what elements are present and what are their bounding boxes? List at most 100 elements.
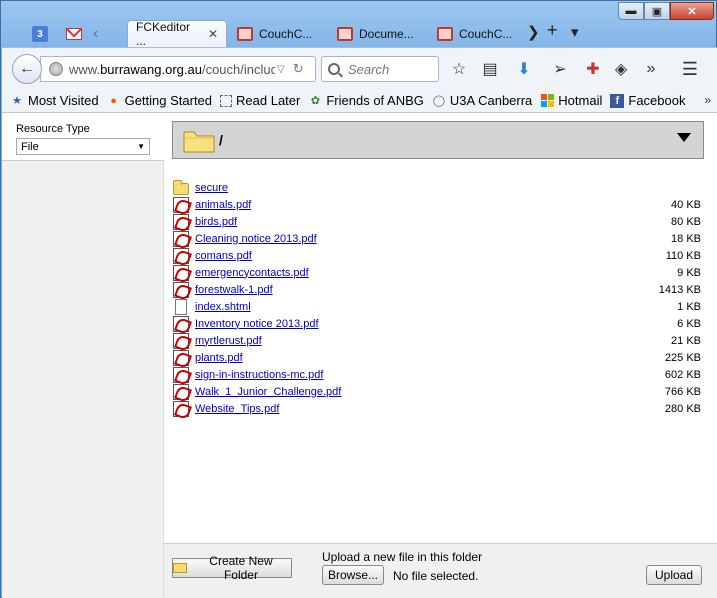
pdf-icon: [173, 196, 189, 213]
tab-bar: ▬ ▣ ✕ 3 ‹ FCKeditor ... ✕ CouchC... Docu…: [1, 1, 717, 48]
file-size: 766 KB: [664, 385, 701, 398]
browse-button[interactable]: Browse...: [322, 565, 384, 585]
tab-label: FCKeditor ...: [136, 20, 191, 48]
tab-document[interactable]: Docume...: [329, 20, 427, 47]
url-text[interactable]: www.burrawang.org.au/couch/include: [69, 62, 275, 77]
pdf-icon: [173, 383, 189, 400]
maximize-button[interactable]: ▣: [644, 2, 670, 20]
file-row[interactable]: index.shtml 1 KB: [173, 298, 705, 315]
more-bookmarks-icon[interactable]: »: [704, 93, 711, 107]
tab-scroll-left-icon[interactable]: ‹: [93, 25, 98, 43]
tab-couchc-1[interactable]: CouchC...: [229, 20, 327, 47]
resource-type-box: Resource Type File ▼: [2, 113, 164, 161]
file-link[interactable]: secure: [195, 182, 228, 194]
create-new-folder-button[interactable]: Create New Folder: [172, 554, 292, 582]
navigation-bar: www.burrawang.org.au/couch/include ▽ ↻ ←…: [2, 47, 717, 89]
file-link[interactable]: animals.pdf: [195, 199, 251, 211]
file-row[interactable]: plants.pdf 225 KB: [173, 349, 705, 366]
file-size: 80 KB: [671, 215, 701, 228]
bookmark-facebook[interactable]: f Facebook: [610, 93, 685, 108]
bookmark-getting-started[interactable]: ● Getting Started: [107, 93, 212, 108]
file-link[interactable]: Cleaning notice 2013.pdf: [195, 233, 317, 245]
close-window-button[interactable]: ✕: [670, 2, 714, 20]
file-row[interactable]: myrtlerust.pdf 21 KB: [173, 332, 705, 349]
file-link[interactable]: plants.pdf: [195, 352, 243, 364]
window-controls: ▬ ▣ ✕: [618, 2, 714, 20]
reading-list-icon[interactable]: ▤: [479, 58, 501, 80]
extension-badge-icon[interactable]: ✚: [582, 58, 604, 80]
bookmark-most-visited[interactable]: ★ Most Visited: [10, 93, 99, 108]
bookmark-hotmail[interactable]: Hotmail: [540, 93, 602, 108]
gmail-icon: [66, 28, 82, 40]
pinned-tab-gmail[interactable]: [59, 21, 89, 47]
file-link[interactable]: forestwalk-1.pdf: [195, 284, 273, 296]
tab-scroll-right-icon[interactable]: ❯: [527, 23, 540, 41]
file-link[interactable]: sign-in-instructions-mc.pdf: [195, 369, 323, 381]
tab-fckeditor[interactable]: FCKeditor ... ✕: [127, 20, 227, 48]
url-bar[interactable]: www.burrawang.org.au/couch/include ▽ ↻: [40, 56, 316, 82]
upload-button[interactable]: Upload: [646, 565, 702, 585]
file-row[interactable]: Cleaning notice 2013.pdf 18 KB: [173, 230, 705, 247]
tab-couchc-2[interactable]: CouchC...: [429, 20, 523, 47]
document-icon: [175, 298, 187, 315]
file-size: 6 KB: [677, 317, 701, 330]
reload-icon[interactable]: ↻: [293, 61, 304, 77]
file-link[interactable]: comans.pdf: [195, 250, 252, 262]
bookmark-label: U3A Canberra: [449, 93, 533, 108]
file-link[interactable]: emergencycontacts.pdf: [195, 267, 309, 279]
current-folder-path: /: [219, 132, 223, 148]
pdf-icon: [173, 247, 189, 264]
folder-row[interactable]: secure: [173, 179, 705, 196]
pdf-icon: [173, 366, 189, 383]
file-row[interactable]: sign-in-instructions-mc.pdf 602 KB: [173, 366, 705, 383]
bookmark-star-icon[interactable]: ☆: [448, 58, 470, 80]
downloads-icon[interactable]: ⬇: [513, 58, 535, 80]
url-history-dropdown-icon[interactable]: ▽: [277, 64, 285, 75]
send-icon[interactable]: ➢: [549, 58, 571, 80]
file-link[interactable]: Walk_1_Junior_Challenge.pdf: [195, 386, 341, 398]
file-list: secure animals.pdf 40 KB birds.pdf 80 KB C…: [173, 179, 705, 417]
windows-icon: [540, 93, 554, 108]
file-link[interactable]: birds.pdf: [195, 216, 237, 228]
search-input[interactable]: [348, 61, 438, 77]
bookmark-u3a-canberra[interactable]: ◯ U3A Canberra: [432, 93, 533, 108]
pinned-tab-calendar[interactable]: 3: [25, 21, 55, 47]
file-link[interactable]: Website_Tips.pdf: [195, 403, 279, 415]
screenshot-icon[interactable]: ◈: [610, 58, 632, 80]
file-row[interactable]: Website_Tips.pdf 280 KB: [173, 400, 705, 417]
site-identity-icon[interactable]: [49, 62, 63, 76]
more-tools-icon[interactable]: »: [640, 58, 662, 80]
resource-type-select[interactable]: File ▼: [16, 138, 150, 155]
upload-bar: Create New Folder Upload a new file in t…: [164, 543, 717, 598]
file-size: 1 KB: [677, 300, 701, 313]
list-all-tabs-button[interactable]: ▾: [571, 23, 579, 41]
file-row[interactable]: Inventory notice 2013.pdf 6 KB: [173, 315, 705, 332]
search-bar[interactable]: [321, 56, 439, 82]
file-link[interactable]: myrtlerust.pdf: [195, 335, 262, 347]
file-row[interactable]: birds.pdf 80 KB: [173, 213, 705, 230]
file-link[interactable]: index.shtml: [195, 301, 251, 313]
file-row[interactable]: animals.pdf 40 KB: [173, 196, 705, 213]
bookmark-label: Facebook: [628, 93, 686, 108]
new-tab-button[interactable]: +: [547, 20, 558, 41]
file-size: 110 KB: [665, 249, 701, 262]
bookmark-label: Most Visited: [28, 93, 99, 108]
file-link[interactable]: Inventory notice 2013.pdf: [195, 318, 319, 330]
upload-instructions: Upload a new file in this folder: [322, 550, 483, 564]
folder-dropdown-icon[interactable]: [677, 133, 691, 142]
bookmark-label: Getting Started: [124, 93, 213, 108]
minimize-button[interactable]: ▬: [618, 2, 644, 20]
file-row[interactable]: forestwalk-1.pdf 1413 KB: [173, 281, 705, 298]
menu-icon[interactable]: ☰: [679, 58, 701, 80]
folder-icon: [173, 563, 187, 573]
current-folder-selector[interactable]: /: [172, 121, 704, 159]
bookmark-friends-of-anbg[interactable]: ✿ Friends of ANBG: [308, 93, 424, 108]
close-tab-icon[interactable]: ✕: [208, 27, 218, 41]
back-button[interactable]: ←: [12, 54, 42, 84]
tab-label: CouchC...: [459, 26, 513, 41]
file-row[interactable]: Walk_1_Junior_Challenge.pdf 766 KB: [173, 383, 705, 400]
bookmark-read-later[interactable]: Read Later: [220, 93, 300, 108]
plant-icon: ✿: [310, 95, 320, 107]
file-row[interactable]: comans.pdf 110 KB: [173, 247, 705, 264]
file-row[interactable]: emergencycontacts.pdf 9 KB: [173, 264, 705, 281]
